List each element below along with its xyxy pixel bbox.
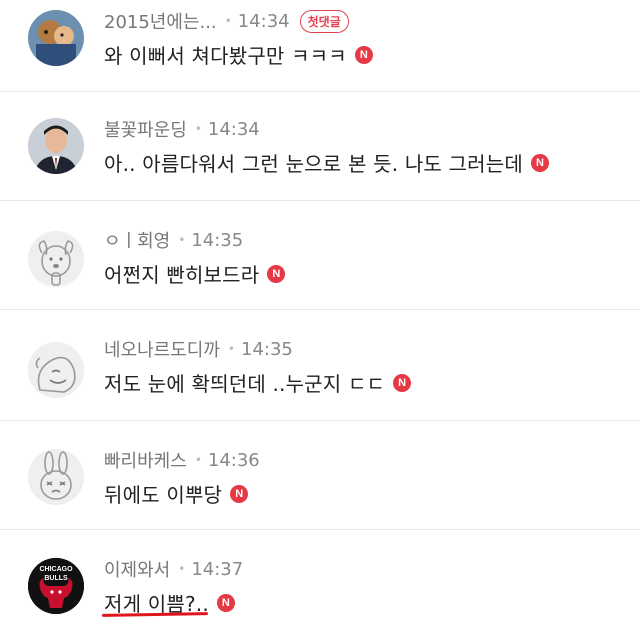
separator-dot: •: [194, 453, 202, 467]
nickname[interactable]: 불꽃파운딩: [104, 116, 187, 142]
blob-character-icon: [28, 342, 84, 398]
timestamp: 14:37: [191, 558, 244, 580]
comment-text: 어쩐지 빤히보드라: [104, 263, 260, 287]
comment-meta: 2015년에는... • 14:34 첫댓글: [104, 8, 349, 34]
avatar[interactable]: CHICAGO BULLS: [28, 558, 84, 614]
comment-item: 불꽃파운딩 • 14:34 아.. 아름다워서 그런 눈으로 본 듯. 나도 그…: [0, 92, 640, 200]
nickname[interactable]: ㅇㅣ회영: [104, 227, 170, 253]
comment-item: 네오나르도디까 • 14:35 저도 눈에 확띄던데 ..누군지 ㄷㄷ N: [0, 310, 640, 420]
nickname[interactable]: 빠리바케스: [104, 447, 187, 473]
first-comment-badge: 첫댓글: [299, 9, 349, 33]
avatar[interactable]: [28, 342, 84, 398]
new-badge: N: [230, 484, 249, 503]
nickname[interactable]: 네오나르도디까: [104, 336, 220, 362]
comment-text: 저도 눈에 확띄던데 ..누군지 ㄷㄷ: [104, 372, 386, 396]
dog-character-icon: [28, 231, 84, 287]
timestamp: 14:35: [241, 338, 293, 360]
avatar[interactable]: [28, 118, 84, 174]
timestamp: 14:34: [207, 118, 260, 140]
avatar[interactable]: [28, 231, 84, 287]
comment-item: CHICAGO BULLS 이제와서 • 14:37 저게 이쁨?.. N: [0, 530, 640, 634]
comment-meta: 네오나르도디까 • 14:35: [104, 336, 293, 362]
timestamp: 14:36: [207, 449, 260, 471]
separator-dot: •: [178, 233, 186, 247]
nickname[interactable]: 2015년에는...: [104, 8, 217, 34]
separator-dot: •: [194, 122, 202, 136]
separator-dot: •: [178, 562, 186, 576]
comment-meta: 빠리바케스 • 14:36: [104, 447, 260, 473]
comment-meta: ㅇㅣ회영 • 14:35: [104, 227, 243, 253]
new-badge: N: [267, 264, 286, 283]
avatar[interactable]: [28, 10, 84, 66]
rabbit-character-icon: [28, 449, 84, 505]
chicago-bulls-logo-icon: CHICAGO BULLS: [28, 558, 84, 614]
comment-text: 뒤에도 이뿌당: [104, 483, 223, 507]
timestamp: 14:34: [237, 10, 290, 32]
new-badge: N: [393, 373, 412, 392]
logo-text-top: CHICAGO: [39, 566, 73, 573]
comment-list: 2015년에는... • 14:34 첫댓글 와 이뻐서 쳐다봤구만 ㅋㅋㅋ N…: [0, 0, 640, 634]
comment-text-row: 어쩐지 빤히보드라 N: [104, 259, 286, 288]
comment-item: 2015년에는... • 14:34 첫댓글 와 이뻐서 쳐다봤구만 ㅋㅋㅋ N: [0, 0, 640, 92]
new-badge: N: [354, 45, 373, 64]
cartoon-couple-icon: [28, 10, 84, 66]
comment-meta: 이제와서 • 14:37: [104, 556, 243, 582]
man-in-suit-icon: [28, 118, 84, 174]
comment-text: 아.. 아름다워서 그런 눈으로 본 듯. 나도 그러는데: [104, 152, 523, 176]
comment-text-row: 저도 눈에 확띄던데 ..누군지 ㄷㄷ N: [104, 368, 412, 397]
comment-text-row: 아.. 아름다워서 그런 눈으로 본 듯. 나도 그러는데 N: [104, 148, 549, 177]
comment-item: 빠리바케스 • 14:36 뒤에도 이뿌당 N: [0, 421, 640, 529]
timestamp: 14:35: [191, 229, 244, 251]
new-badge: N: [530, 153, 549, 172]
comment-text: 와 이뻐서 쳐다봤구만 ㅋㅋㅋ: [104, 44, 347, 68]
avatar[interactable]: [28, 449, 84, 505]
logo-text-bottom: BULLS: [44, 575, 68, 582]
comment-meta: 불꽃파운딩 • 14:34: [104, 116, 260, 142]
separator-dot: •: [227, 342, 235, 356]
comment-item: ㅇㅣ회영 • 14:35 어쩐지 빤히보드라 N: [0, 201, 640, 309]
comment-text-row: 와 이뻐서 쳐다봤구만 ㅋㅋㅋ N: [104, 40, 373, 69]
new-badge: N: [216, 593, 235, 612]
comment-text-row: 뒤에도 이뿌당 N: [104, 479, 249, 508]
separator-dot: •: [224, 14, 232, 28]
nickname[interactable]: 이제와서: [104, 556, 170, 582]
